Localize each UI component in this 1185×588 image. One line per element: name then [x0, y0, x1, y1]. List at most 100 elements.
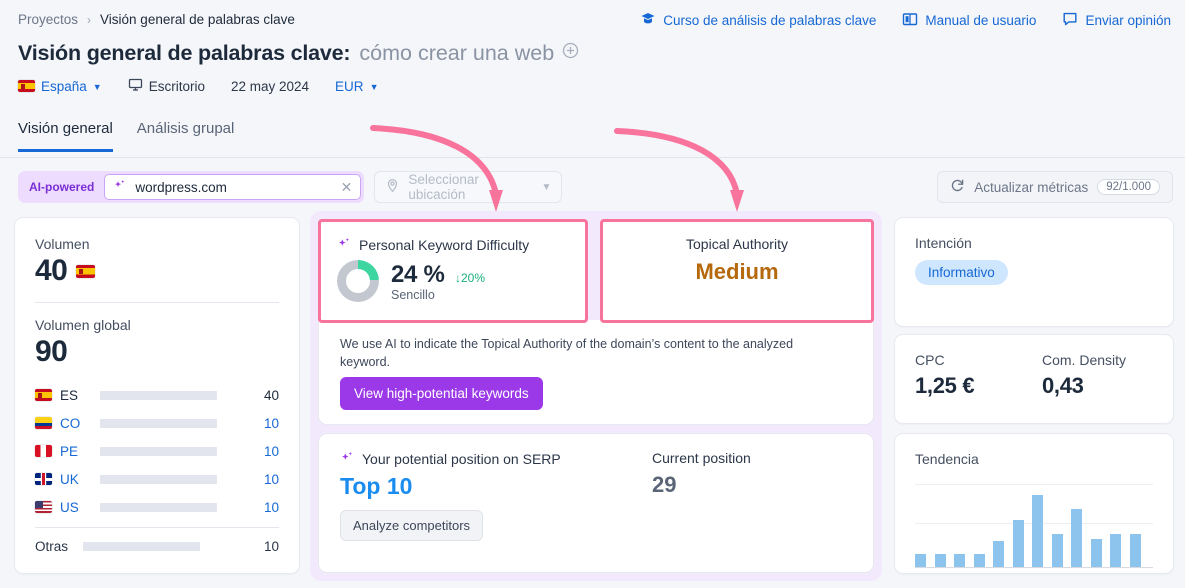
- refresh-metrics-label: Actualizar métricas: [974, 179, 1089, 195]
- domain-input-wrapper[interactable]: wordpress.com ✕: [104, 174, 362, 200]
- table-row[interactable]: PE 10: [35, 437, 279, 465]
- sparkle-icon: [113, 178, 127, 197]
- tab-divider: [0, 157, 1185, 158]
- com-density-label: Com. Density: [1042, 352, 1127, 368]
- filter-bar: España ▼ Escritorio 22 may 2024 EUR ▼: [18, 77, 404, 95]
- link-user-manual-label: Manual de usuario: [925, 13, 1037, 28]
- volume-card: Volumen 40 Volumen global 90 ES 40 CO 10: [14, 217, 300, 574]
- trend-bar: [1110, 534, 1121, 567]
- topical-authority-value: Medium: [695, 259, 779, 284]
- divider: [35, 527, 279, 528]
- trend-bar: [954, 554, 965, 567]
- book-icon: [902, 11, 918, 30]
- chevron-down-icon: ▼: [541, 181, 552, 193]
- country-volume: 10: [263, 443, 279, 459]
- volume-bar: [100, 390, 217, 400]
- trend-bar: [1012, 520, 1024, 567]
- pkd-delta: ↓20%: [454, 270, 485, 285]
- view-high-potential-keywords-button[interactable]: View high-potential keywords: [340, 377, 543, 410]
- pkd-header: Personal Keyword Difficulty: [337, 236, 569, 254]
- analyze-competitors-button[interactable]: Analyze competitors: [340, 510, 484, 541]
- filter-currency[interactable]: EUR ▼: [335, 79, 378, 94]
- header-links: Curso de análisis de palabras clave Manu…: [640, 11, 1171, 30]
- refresh-icon: [950, 178, 965, 196]
- breadcrumb-separator-icon: ›: [87, 12, 92, 27]
- tab-bulk-analysis[interactable]: Análisis grupal: [137, 120, 235, 152]
- com-density-block: Com. Density 0,43: [1042, 352, 1126, 399]
- trend-bar: [973, 554, 985, 567]
- ai-domain-search: AI-powered wordpress.com ✕: [18, 171, 365, 203]
- link-send-feedback[interactable]: Enviar opinión: [1062, 11, 1171, 30]
- volume-bar: [83, 541, 200, 551]
- trend-bar: [993, 541, 1004, 567]
- link-user-manual[interactable]: Manual de usuario: [902, 11, 1036, 30]
- link-keyword-course[interactable]: Curso de análisis de palabras clave: [640, 11, 876, 30]
- filter-currency-label: EUR: [335, 78, 364, 94]
- graduation-cap-icon: [640, 11, 656, 30]
- refresh-metrics-button[interactable]: Actualizar métricas 92/1.000: [937, 171, 1173, 203]
- topical-authority-label: Topical Authority: [686, 236, 788, 252]
- country-code: CO: [60, 415, 81, 431]
- volume-label: Volumen: [35, 236, 90, 252]
- pkd-title: Personal Keyword Difficulty: [359, 237, 530, 253]
- table-row[interactable]: ES 40: [35, 381, 279, 409]
- country-volume: 10: [263, 499, 279, 515]
- filter-device[interactable]: Escritorio: [128, 77, 205, 95]
- volume-value-row: 40: [35, 254, 279, 288]
- serp-potential-value: Top 10: [340, 473, 413, 499]
- close-icon[interactable]: ✕: [341, 179, 353, 196]
- trend-bar: [1090, 539, 1102, 567]
- country-volume: 10: [263, 471, 279, 487]
- flag-us-icon: [35, 501, 52, 513]
- ai-powered-badge: AI-powered: [29, 180, 95, 194]
- table-row[interactable]: CO 10: [35, 409, 279, 437]
- domain-input-value: wordpress.com: [135, 179, 227, 195]
- chevron-down-icon: ▼: [369, 82, 379, 92]
- trend-bar: [934, 554, 946, 567]
- map-pin-icon: [385, 178, 400, 196]
- trend-title: Tendencia: [915, 451, 979, 467]
- trend-bars: [915, 489, 1153, 567]
- filter-country-label: España: [41, 78, 87, 94]
- breadcrumb-root[interactable]: Proyectos: [18, 12, 78, 27]
- country-volume-list: ES 40 CO 10 PE 10 UK 10 US 10 Otras 10: [35, 381, 279, 560]
- other-volume: 10: [263, 538, 279, 554]
- pkd-value: 24 %: [391, 260, 445, 288]
- topical-authority-card: Topical Authority Medium: [600, 219, 874, 323]
- filter-country[interactable]: España ▼: [18, 79, 102, 94]
- country-volume: 10: [263, 415, 279, 431]
- country-volume: 40: [263, 387, 279, 403]
- trend-bar: [915, 554, 926, 567]
- intent-label: Intención: [915, 235, 972, 251]
- pkd-subtitle: Sencillo: [391, 287, 435, 302]
- chevron-down-icon: ▼: [92, 82, 102, 92]
- cpc-value: 1,25 €: [915, 373, 975, 398]
- link-keyword-course-label: Curso de análisis de palabras clave: [663, 13, 877, 28]
- table-row[interactable]: US 10: [35, 493, 279, 521]
- page-title-main: Visión general de palabras clave:: [18, 41, 351, 65]
- trend-card: Tendencia: [894, 433, 1174, 574]
- serp-potential-header: Your potential position on SERP: [340, 450, 640, 468]
- table-row-other: Otras 10: [35, 532, 279, 560]
- chart-baseline: [915, 567, 1153, 568]
- location-select[interactable]: Seleccionar ubicación ▼: [374, 171, 563, 203]
- cpc-block: CPC 1,25 €: [915, 352, 1042, 399]
- table-row[interactable]: UK 10: [35, 465, 279, 493]
- serp-position-card: Your potential position on SERP Top 10 A…: [318, 433, 874, 573]
- serp-potential-label: Your potential position on SERP: [362, 451, 561, 467]
- pkd-body: 24 % ↓20% Sencillo: [337, 260, 569, 302]
- search-bar: AI-powered wordpress.com ✕ Seleccionar u…: [18, 171, 563, 203]
- sparkle-icon: [340, 450, 355, 468]
- current-position-value: 29: [652, 472, 677, 497]
- gridline: [915, 484, 1153, 485]
- refresh-counter-badge: 92/1.000: [1097, 179, 1160, 195]
- trend-bar: [1032, 495, 1043, 567]
- tab-overview[interactable]: Visión general: [18, 120, 113, 152]
- location-placeholder: Seleccionar ubicación: [408, 172, 479, 202]
- country-code: ES: [60, 387, 79, 403]
- plus-circle-icon[interactable]: [562, 42, 579, 64]
- page-title-keyword: cómo crear una web: [359, 41, 555, 65]
- speech-bubble-icon: [1062, 11, 1078, 30]
- cpc-density-card: CPC 1,25 € Com. Density 0,43: [894, 334, 1174, 424]
- filter-date: 22 may 2024: [231, 79, 309, 94]
